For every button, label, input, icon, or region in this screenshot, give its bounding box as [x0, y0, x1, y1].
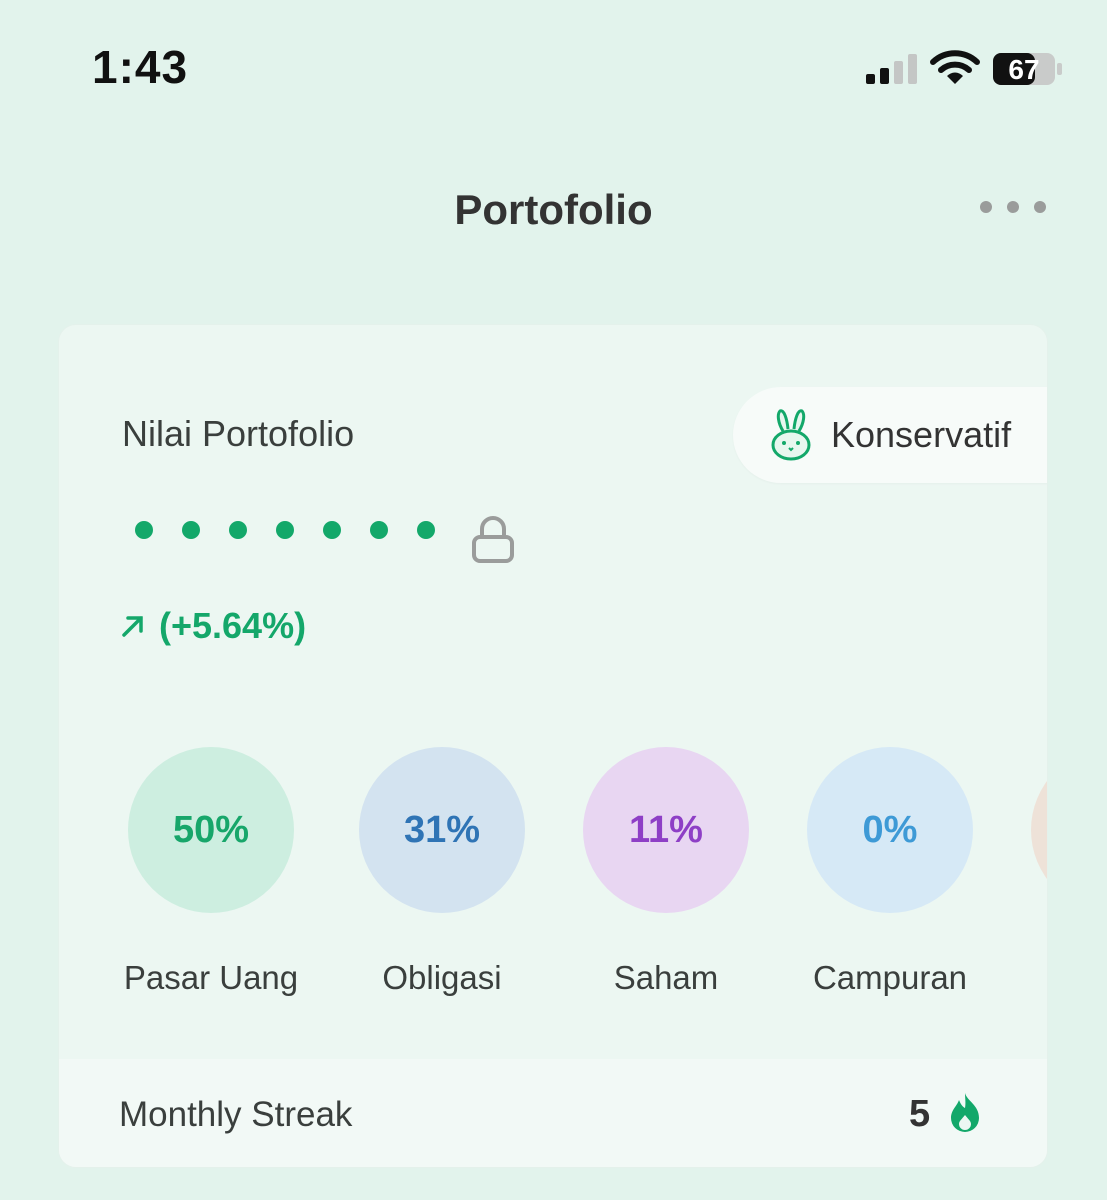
arrow-up-right-icon	[122, 616, 143, 637]
battery-icon: 67	[993, 53, 1062, 85]
portfolio-return: (+5.64%)	[119, 605, 306, 647]
mask-dot	[182, 521, 200, 539]
allocation-circle-partial[interactable]	[1031, 747, 1047, 913]
allocation-circle-campuran[interactable]: 0%	[807, 747, 973, 913]
page-title: Portofolio	[454, 186, 653, 233]
allocation-name: Campuran	[812, 959, 968, 996]
more-icon	[980, 201, 992, 213]
mask-dot	[323, 521, 341, 539]
rabbit-icon	[771, 409, 811, 461]
more-button[interactable]	[980, 192, 1046, 222]
allocation-percent: 11%	[629, 808, 703, 851]
allocation-name: Saham	[613, 959, 719, 996]
allocation-percent: 31%	[403, 808, 481, 851]
mask-dot	[229, 521, 247, 539]
allocation-circle-pasar-uang[interactable]: 50%	[128, 747, 294, 913]
allocation-circle-saham[interactable]: 11%	[583, 747, 749, 913]
allocation-name: Pasar Uang	[123, 959, 299, 996]
mask-dot	[370, 521, 388, 539]
mask-dot	[417, 521, 435, 539]
streak-label: Monthly Streak	[119, 1095, 353, 1134]
allocation-percent: 50%	[172, 808, 250, 851]
portfolio-value-label: Nilai Portofolio	[122, 413, 355, 454]
more-icon-dot	[1007, 201, 1019, 213]
risk-profile-label: Konservatif	[831, 414, 1012, 455]
allocation-percent: 0%	[862, 808, 918, 851]
signal-icon	[866, 54, 917, 84]
return-percent: (+5.64%)	[159, 605, 307, 646]
more-icon-dot	[1034, 201, 1046, 213]
risk-profile-badge[interactable]: Konservatif	[733, 387, 1047, 483]
mask-dot	[135, 521, 153, 539]
allocation-name: Obligasi	[382, 959, 502, 996]
status-bar: 1:43 67	[0, 0, 1107, 130]
fire-icon	[951, 1093, 979, 1132]
streak-count: 5	[909, 1093, 931, 1135]
allocation-circle-obligasi[interactable]: 31%	[359, 747, 525, 913]
mask-dot	[276, 521, 294, 539]
battery-level: 67	[1008, 54, 1039, 85]
monthly-streak-row[interactable]: Monthly Streak 5	[59, 1059, 1047, 1167]
hidden-portfolio-value	[135, 521, 464, 539]
wifi-icon	[930, 50, 980, 84]
portfolio-card[interactable]: Nilai Portofolio Konservatif (+5.64%) 50	[58, 324, 1048, 1168]
status-time: 1:43	[92, 41, 189, 93]
lock-icon[interactable]	[471, 515, 515, 563]
